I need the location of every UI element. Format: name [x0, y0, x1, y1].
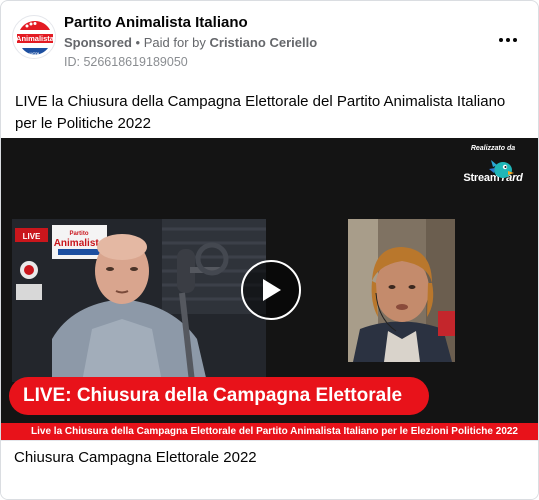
- live-badge-text: LIVE: [23, 232, 41, 241]
- more-horizontal-icon-dot: [513, 38, 517, 42]
- post-header: Animalista Partito UCDL Partito Animalis…: [1, 1, 538, 81]
- party-logo-icon: Animalista Partito UCDL: [14, 17, 55, 58]
- post-text: LIVE la Chiusura della Campagna Elettora…: [15, 93, 506, 132]
- avatar-text-ucdl: UCDL: [29, 51, 41, 56]
- more-options-button[interactable]: [493, 29, 523, 51]
- video-caption-bar[interactable]: Chiusura Campagna Elettorale 2022: [1, 440, 538, 499]
- meta-separator: •: [135, 35, 141, 50]
- play-button[interactable]: [241, 260, 301, 320]
- studio-sign-top: Partito: [69, 231, 88, 237]
- more-horizontal-icon: [499, 38, 503, 42]
- speaker-camera-right: [348, 219, 455, 362]
- sponsored-line: Sponsored • Paid for by Cristiano Ceriel…: [64, 35, 317, 50]
- video-caption-title[interactable]: Chiusura Campagna Elettorale 2022: [14, 449, 257, 466]
- page-name-link[interactable]: Partito Animalista Italiano: [64, 14, 248, 31]
- paid-for-prefix: Paid for by: [143, 35, 206, 50]
- play-icon: [263, 279, 281, 301]
- sponsored-post-card: Animalista Partito UCDL Partito Animalis…: [0, 0, 539, 500]
- speaker-scene: LIVE Partito Animalista: [12, 219, 266, 382]
- avatar-text-animalista: Animalista: [16, 34, 55, 43]
- ad-id: ID: 526618619189050: [64, 55, 188, 69]
- speaker-scene-right: [348, 219, 455, 362]
- news-ticker: Live la Chiusura della Campagna Elettora…: [1, 423, 538, 440]
- speaker-camera-left: LIVE Partito Animalista: [12, 219, 266, 382]
- page-avatar[interactable]: Animalista Partito UCDL: [12, 15, 56, 59]
- more-horizontal-icon-dot: [506, 38, 510, 42]
- streamyard-logo-icon: [489, 160, 514, 178]
- paid-for-name: Cristiano Ceriello: [209, 35, 318, 50]
- sponsored-label[interactable]: Sponsored: [64, 35, 132, 50]
- avatar-text-partito: Partito: [29, 29, 42, 34]
- live-banner: LIVE: Chiusura della Campagna Elettorale: [9, 377, 429, 415]
- credit-small-text: Realizzato da: [470, 145, 516, 152]
- video-player[interactable]: Realizzato da StreamYard LIVE Partito An…: [1, 138, 538, 440]
